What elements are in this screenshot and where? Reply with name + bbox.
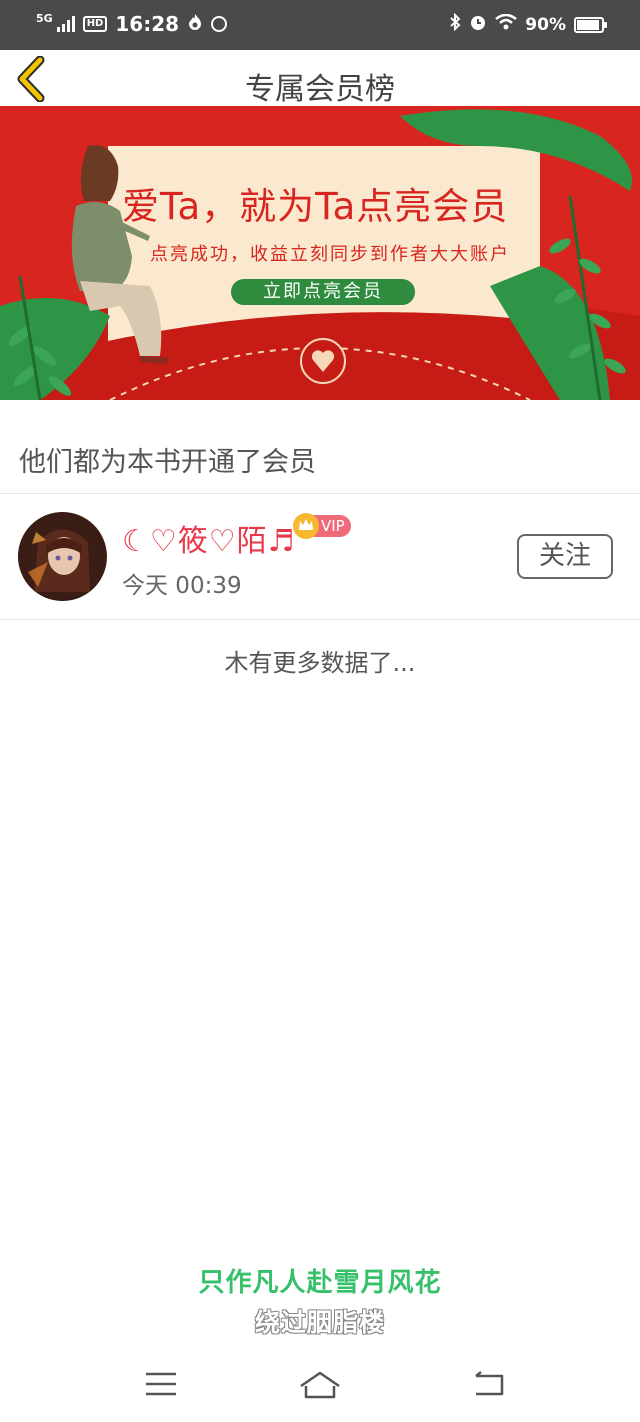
status-bar: 5G HD 16:28 90% <box>0 0 640 50</box>
avatar[interactable] <box>18 512 107 601</box>
system-nav-bar <box>0 1352 640 1422</box>
app-icon <box>211 16 228 32</box>
wifi-icon <box>495 13 518 35</box>
bluetooth-icon <box>449 12 461 36</box>
status-time: 16:28 <box>115 12 180 36</box>
list-end-text: 木有更多数据了... <box>224 649 416 677</box>
subtitle-line-1: 只作凡人赴雪月风花 <box>198 1268 442 1298</box>
banner-cta-label: 立即点亮会员 <box>263 281 383 302</box>
signal-icon <box>56 16 75 32</box>
hd-icon: HD <box>82 16 108 32</box>
follow-button[interactable]: 关注 <box>517 534 613 579</box>
page-title: 专属会员榜 <box>245 72 395 107</box>
banner-subline: 点亮成功，收益立刻同步到作者大大账户 <box>150 244 510 265</box>
status-bar-left: 5G HD 16:28 <box>36 11 228 36</box>
list-item[interactable]: ☾♡筱♡陌♬ VIP 今天 00:39 关注 <box>0 494 640 620</box>
section-title: 他们都为本书开通了会员 <box>19 447 316 478</box>
network-type: 5G <box>36 11 53 25</box>
member-time: 今天 00:39 <box>122 573 242 599</box>
member-name[interactable]: ☾♡筱♡陌♬ <box>122 516 296 560</box>
alarm-icon <box>469 13 487 36</box>
vip-badge: VIP <box>293 511 353 541</box>
avatar-image <box>18 512 106 600</box>
banner-headline: 爱Ta，就为Ta点亮会员 <box>122 185 509 228</box>
menu-icon[interactable] <box>145 1370 177 1398</box>
battery-icon <box>574 16 607 33</box>
status-bar-right: 90% <box>449 12 607 36</box>
back-icon[interactable] <box>472 1370 504 1398</box>
nav-bar: 专属会员榜 <box>0 50 640 107</box>
vip-label: VIP <box>321 517 345 535</box>
promo-banner[interactable]: 爱Ta，就为Ta点亮会员 点亮成功，收益立刻同步到作者大大账户 立即点亮会员 <box>0 106 640 400</box>
section-header: 他们都为本书开通了会员 <box>0 400 640 494</box>
flame-icon <box>187 12 203 36</box>
subtitle-line-2: 绕过胭脂楼 <box>254 1308 385 1337</box>
banner-cta-button[interactable]: 立即点亮会员 <box>229 277 417 307</box>
home-icon[interactable] <box>299 1370 341 1400</box>
battery-percent: 90% <box>525 14 566 35</box>
